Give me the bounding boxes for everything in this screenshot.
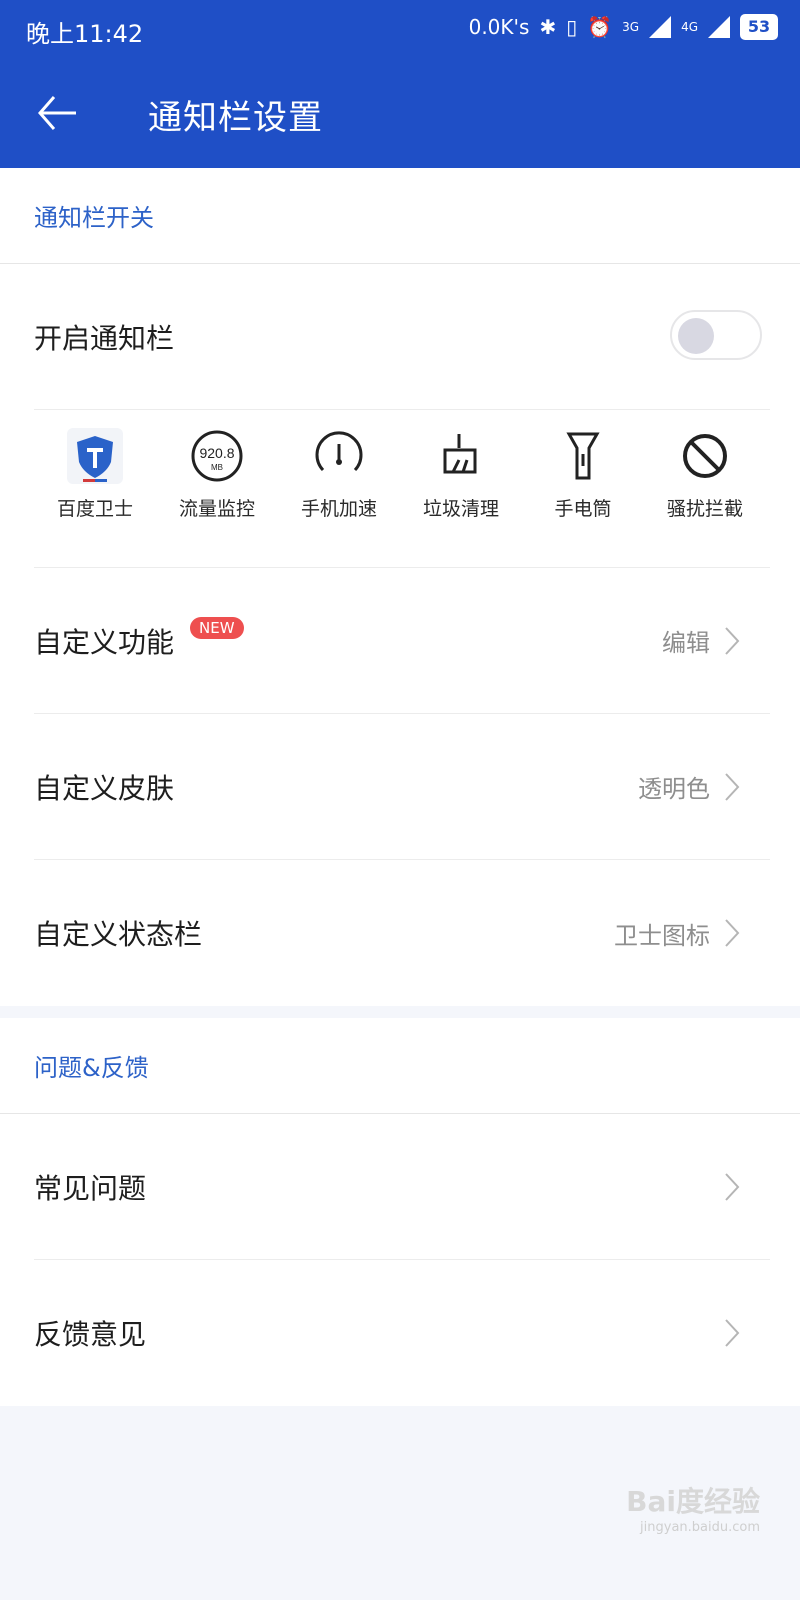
flashlight-icon xyxy=(555,428,611,484)
status-icons: 0.0K's ✱ ▯ ⏰ 3G 4G 53 xyxy=(469,12,778,42)
shortcut-harass-block[interactable]: 骚扰拦截 xyxy=(644,410,766,567)
svg-text:MB: MB xyxy=(211,463,223,472)
data-usage-icon: 920.8 MB xyxy=(189,428,245,484)
block-icon xyxy=(677,428,733,484)
shortcut-data-monitor[interactable]: 920.8 MB 流量监控 xyxy=(156,410,278,567)
shortcut-label: 手机加速 xyxy=(300,498,377,520)
signal-icon xyxy=(649,16,672,38)
signal-icon xyxy=(708,16,730,38)
shield-app-icon xyxy=(67,428,123,484)
shortcut-label: 百度卫士 xyxy=(56,498,133,520)
broom-icon xyxy=(433,428,489,484)
shortcut-baidu-guard[interactable]: 百度卫士 xyxy=(34,410,156,567)
app-top-bar: 晚上11:42 0.0K's ✱ ▯ ⏰ 3G 4G 53 通知栏设置 xyxy=(0,0,800,168)
shortcut-phone-boost[interactable]: 手机加速 xyxy=(278,410,400,567)
battery-icon: 53 xyxy=(740,14,778,40)
bluetooth-icon: ✱ xyxy=(539,15,557,39)
custom-skin-row[interactable]: 自定义皮肤 透明色 xyxy=(34,714,770,860)
custom-function-label: 自定义功能 xyxy=(34,625,175,659)
enable-notification-toggle[interactable] xyxy=(670,310,762,360)
watermark-brand: Bai度经验 xyxy=(626,1485,760,1518)
page-title: 通知栏设置 xyxy=(148,98,323,138)
sig2-label: 4G xyxy=(681,20,698,34)
watermark: Bai度经验 jingyan.baidu.com xyxy=(626,1480,760,1535)
new-badge: NEW xyxy=(190,616,244,639)
chevron-right-icon xyxy=(725,1173,740,1201)
section-notification-switch: 通知栏开关 开启通知栏 百度卫士 920.8 MB 流量监控 手机加速 垃圾清理… xyxy=(0,168,800,1006)
back-arrow-icon[interactable] xyxy=(32,88,82,138)
feedback-label: 反馈意见 xyxy=(34,1318,147,1351)
vibrate-icon: ▯ xyxy=(566,15,578,39)
alarm-icon: ⏰ xyxy=(587,15,613,39)
shortcut-label: 手电筒 xyxy=(554,498,612,520)
custom-statusbar-value: 卫士图标 xyxy=(614,921,710,950)
enable-notification-row[interactable]: 开启通知栏 xyxy=(34,264,770,410)
status-time: 晚上11:42 xyxy=(26,20,144,48)
shortcut-grid: 百度卫士 920.8 MB 流量监控 手机加速 垃圾清理 手电筒 骚扰拦截 xyxy=(34,410,770,568)
shortcut-label: 骚扰拦截 xyxy=(666,498,743,520)
status-bar: 晚上11:42 0.0K's ✱ ▯ ⏰ 3G 4G 53 xyxy=(0,0,800,58)
custom-skin-value: 透明色 xyxy=(638,775,710,803)
custom-function-value: 编辑 xyxy=(662,629,710,657)
chevron-right-icon xyxy=(725,919,740,947)
section-feedback: 问题&反馈 常见问题 反馈意见 xyxy=(0,1018,800,1406)
custom-function-row[interactable]: 自定义功能 NEW 编辑 xyxy=(34,568,770,714)
watermark-url: jingyan.baidu.com xyxy=(640,1520,760,1535)
shortcut-flashlight[interactable]: 手电筒 xyxy=(522,410,644,567)
shortcut-label: 流量监控 xyxy=(178,498,255,520)
speedometer-icon xyxy=(311,428,367,484)
shortcut-label: 垃圾清理 xyxy=(422,498,499,520)
sig1-label: 3G xyxy=(622,20,640,34)
feedback-row[interactable]: 反馈意见 xyxy=(34,1260,770,1406)
chevron-right-icon xyxy=(725,1319,740,1347)
page-header: 通知栏设置 xyxy=(0,58,800,168)
enable-notification-label: 开启通知栏 xyxy=(34,321,175,355)
svg-text:920.8: 920.8 xyxy=(199,445,234,461)
toggle-knob xyxy=(678,318,714,354)
custom-statusbar-row[interactable]: 自定义状态栏 卫士图标 xyxy=(34,860,770,1006)
chevron-right-icon xyxy=(725,773,740,801)
section-title: 问题&反馈 xyxy=(0,1018,800,1114)
shortcut-junk-clean[interactable]: 垃圾清理 xyxy=(400,410,522,567)
custom-statusbar-label: 自定义状态栏 xyxy=(34,918,203,951)
faq-label: 常见问题 xyxy=(34,1171,147,1205)
faq-row[interactable]: 常见问题 xyxy=(34,1114,770,1260)
section-title: 通知栏开关 xyxy=(0,168,800,264)
net-speed: 0.0K's xyxy=(468,15,530,39)
custom-skin-label: 自定义皮肤 xyxy=(34,771,175,805)
chevron-right-icon xyxy=(725,627,740,655)
